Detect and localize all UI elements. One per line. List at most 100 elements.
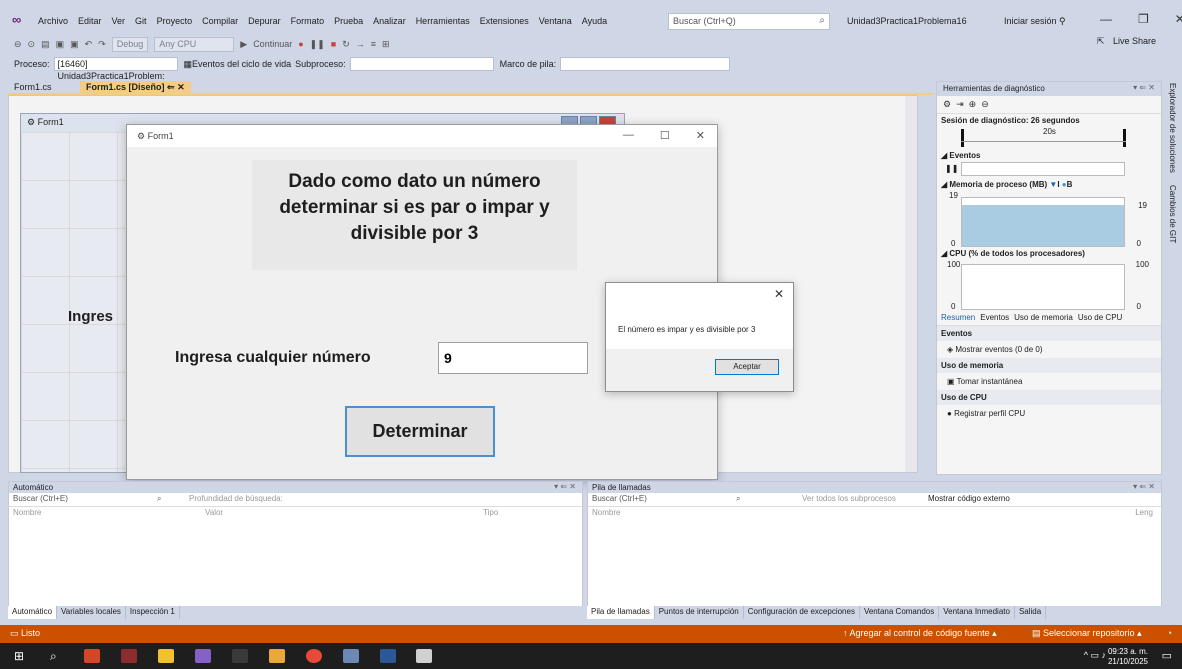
- minimize-icon[interactable]: —: [1100, 12, 1112, 26]
- proceso-dropdown[interactable]: [16460] Unidad3Practica1Problem:: [53, 57, 178, 81]
- autos-search[interactable]: Buscar (Ctrl+E) ⌕ Profundidad de búsqued…: [9, 493, 582, 507]
- new-file-icon[interactable]: ▤: [41, 39, 50, 50]
- form-maximize-icon[interactable]: ☐: [660, 129, 670, 142]
- notifications-icon[interactable]: ◔: [1167, 628, 1172, 638]
- app-icon[interactable]: [232, 649, 248, 663]
- diagnostics-pin-icon[interactable]: ▾ ⇐ ✕: [1133, 83, 1155, 92]
- continue-button[interactable]: Continuar: [253, 39, 292, 49]
- determinar-button[interactable]: Determinar: [345, 406, 495, 457]
- tray-icons[interactable]: ^ ▭ ♪: [1084, 650, 1106, 661]
- align-icon[interactable]: ≡: [371, 39, 376, 49]
- app2-icon[interactable]: [343, 649, 359, 663]
- menu-ventana[interactable]: Ventana: [539, 16, 572, 26]
- tab-close-icon[interactable]: ✕: [177, 82, 185, 92]
- layout-icon[interactable]: ⊞: [382, 39, 390, 50]
- export-icon[interactable]: ⇥: [956, 99, 964, 109]
- pin-icon[interactable]: ⇐: [167, 82, 175, 92]
- tab-salida[interactable]: Salida: [1015, 606, 1047, 619]
- mostrar-eventos-link[interactable]: ◈ Mostrar eventos (0 de 0): [937, 341, 1161, 358]
- tab-ventana-inmediato[interactable]: Ventana Inmediato: [939, 606, 1015, 619]
- action-center-icon[interactable]: ▭: [1162, 649, 1172, 662]
- tab-ventana-comandos[interactable]: Ventana Comandos: [860, 606, 940, 619]
- tab-automatico[interactable]: Automático: [8, 606, 58, 619]
- menu-herramientas[interactable]: Herramientas: [416, 16, 470, 26]
- msgbox-close-icon[interactable]: ✕: [774, 287, 784, 301]
- add-source-control-button[interactable]: ↑ Agregar al control de código fuente ▴: [843, 628, 997, 639]
- settings-gear-icon[interactable]: ⚙: [943, 99, 951, 109]
- menu-archivo[interactable]: Archivo: [38, 16, 68, 26]
- subtab-eventos[interactable]: Eventos: [980, 313, 1009, 322]
- save-icon[interactable]: ▣: [56, 39, 65, 50]
- zoom-out-icon[interactable]: ⊖: [981, 99, 989, 109]
- zoom-in-icon[interactable]: ⊕: [969, 99, 977, 109]
- tab-pila-llamadas[interactable]: Pila de llamadas: [587, 606, 655, 619]
- form-close-icon[interactable]: ✕: [696, 129, 705, 142]
- marco-pila-dropdown[interactable]: [560, 57, 731, 71]
- chrome-icon[interactable]: [306, 649, 322, 663]
- tab-variables-locales[interactable]: Variables locales: [57, 606, 126, 619]
- call-stack-search[interactable]: Buscar (Ctrl+E) ⌕ Ver todos los subproce…: [588, 493, 1161, 507]
- menu-ver[interactable]: Ver: [112, 16, 126, 26]
- signin-link[interactable]: Iniciar sesión ⚲: [1004, 16, 1066, 27]
- form-minimize-icon[interactable]: —: [623, 129, 634, 142]
- aceptar-button[interactable]: Aceptar: [715, 359, 779, 375]
- autos-pin-icon[interactable]: ▾ ⇐ ✕: [554, 482, 576, 491]
- menu-git[interactable]: Git: [135, 16, 147, 26]
- subproceso-dropdown[interactable]: [349, 57, 494, 71]
- step-icon[interactable]: →: [356, 39, 365, 49]
- subtab-resumen[interactable]: Resumen: [941, 313, 975, 322]
- registrar-perfil-link[interactable]: ● Registrar perfil CPU: [937, 405, 1161, 422]
- file-explorer-icon[interactable]: [158, 649, 174, 663]
- save-all-icon[interactable]: ▣: [70, 39, 79, 50]
- powerpoint-icon[interactable]: [84, 649, 100, 663]
- close-icon[interactable]: ✕: [1175, 12, 1182, 26]
- subtab-cpu[interactable]: Uso de CPU: [1078, 313, 1122, 322]
- search-input[interactable]: Buscar (Ctrl+Q) ⌕: [668, 13, 830, 30]
- tab-form1-design[interactable]: Form1.cs [Diseño] ⇐ ✕: [80, 81, 191, 95]
- call-stack-pin-icon[interactable]: ▾ ⇐ ✕: [1133, 482, 1155, 491]
- designer-scrollbar[interactable]: [905, 96, 917, 472]
- form-app-icon[interactable]: [416, 649, 432, 663]
- config-dropdown[interactable]: Debug: [111, 36, 149, 52]
- menu-analizar[interactable]: Analizar: [373, 16, 406, 26]
- word-icon[interactable]: [380, 649, 396, 663]
- tab-inspeccion[interactable]: Inspección 1: [126, 606, 180, 619]
- eventos-ciclo-label[interactable]: Eventos del ciclo de vida: [192, 59, 291, 69]
- restore-icon[interactable]: ❐: [1138, 12, 1149, 26]
- tab-puntos-interrupcion[interactable]: Puntos de interrupción: [655, 606, 744, 619]
- taskbar-clock[interactable]: 09:23 a. m. 21/10/2025: [1108, 647, 1148, 667]
- taskbar-search-icon[interactable]: ⌕: [50, 649, 66, 663]
- liveshare-button[interactable]: ⇱ Live Share: [1097, 36, 1162, 47]
- timeline-start-marker[interactable]: [961, 129, 964, 147]
- menu-editar[interactable]: Editar: [78, 16, 102, 26]
- tab-form1-cs[interactable]: Form1.cs: [8, 81, 58, 95]
- windows-start-icon[interactable]: ⊞: [14, 649, 30, 663]
- select-repo-button[interactable]: ▤ Seleccionar repositorio ▴: [1032, 628, 1142, 639]
- chart-app-icon[interactable]: [269, 649, 285, 663]
- redo-icon[interactable]: ↷: [98, 39, 106, 50]
- stop-icon[interactable]: ■: [331, 39, 336, 49]
- back-icon[interactable]: ⊖: [14, 39, 22, 50]
- play-icon[interactable]: ▶: [240, 39, 247, 50]
- menu-depurar[interactable]: Depurar: [248, 16, 281, 26]
- platform-dropdown[interactable]: Any CPU: [154, 36, 235, 52]
- restart-icon[interactable]: ↻: [342, 39, 350, 50]
- mostrar-codigo-externo[interactable]: Mostrar código externo: [928, 494, 1010, 503]
- git-changes-tab[interactable]: Cambios de GIT: [1168, 185, 1177, 243]
- menu-ayuda[interactable]: Ayuda: [582, 16, 607, 26]
- pause-icon[interactable]: ❚❚: [310, 39, 325, 50]
- forward-icon[interactable]: ⊙: [28, 39, 36, 50]
- fire-icon[interactable]: ●: [298, 39, 303, 49]
- number-input[interactable]: [438, 342, 588, 374]
- solidworks-icon[interactable]: [121, 649, 137, 663]
- visual-studio-logo-icon[interactable]: ∞: [12, 12, 30, 28]
- tomar-instantanea-link[interactable]: ▣ Tomar instantánea: [937, 373, 1161, 390]
- subtab-memoria[interactable]: Uso de memoria: [1014, 313, 1073, 322]
- tab-config-excepciones[interactable]: Configuración de excepciones: [744, 606, 860, 619]
- visual-studio-icon[interactable]: [195, 649, 211, 663]
- menu-prueba[interactable]: Prueba: [334, 16, 363, 26]
- menu-extensiones[interactable]: Extensiones: [480, 16, 529, 26]
- ver-todos-subprocesos[interactable]: Ver todos los subprocesos: [802, 494, 896, 503]
- timeline-end-marker[interactable]: [1123, 129, 1126, 147]
- solution-explorer-tab[interactable]: Explorador de soluciones: [1168, 83, 1177, 173]
